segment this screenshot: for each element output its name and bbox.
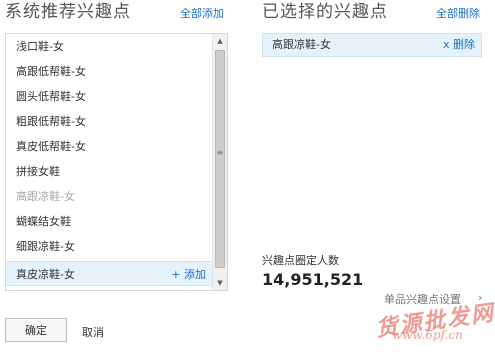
remove-interest-link[interactable]: x 删除 xyxy=(443,34,475,56)
selected-interest-label: 高跟凉鞋-女 xyxy=(272,38,331,51)
grip-icon: ≡ xyxy=(216,148,224,157)
scroll-down-arrow-icon[interactable]: ▼ xyxy=(213,276,227,290)
recommended-interest-list: 浅口鞋-女 高跟低帮鞋-女 圆头低帮鞋-女 粗跟低帮鞋-女 真皮低帮鞋-女 拼接… xyxy=(5,33,228,291)
add-item-link[interactable]: + 添加 xyxy=(171,262,206,287)
add-all-link[interactable]: 全部添加 xyxy=(180,5,224,21)
list-item-label: 圆头低帮鞋-女 xyxy=(16,90,86,103)
remove-all-link[interactable]: 全部删除 xyxy=(436,5,480,21)
audience-count-label: 兴趣点圈定人数 xyxy=(262,254,339,267)
list-item[interactable]: 真皮低帮鞋-女 xyxy=(6,134,212,159)
list-item-label: 真皮凉鞋-女 xyxy=(16,268,75,281)
list-item[interactable]: 粗跟低帮鞋-女 xyxy=(6,109,212,134)
scroll-up-arrow-icon[interactable]: ▲ xyxy=(213,34,227,48)
audience-count-value: 14,951,521 xyxy=(262,270,364,289)
list-item-hovered[interactable]: 真皮凉鞋-女 + 添加 xyxy=(6,261,212,286)
scroll-thumb[interactable]: ≡ xyxy=(215,50,225,268)
list-item-label: 高跟低帮鞋-女 xyxy=(16,65,86,78)
confirm-button[interactable]: 确定 xyxy=(5,318,67,342)
list-item-label: 浅口鞋-女 xyxy=(16,40,64,53)
watermark-url: www.6pf.cn xyxy=(392,328,463,342)
list-item[interactable]: 高跟低帮鞋-女 xyxy=(6,59,212,84)
list-scrollbar[interactable]: ▲ ≡ ▼ xyxy=(212,34,227,290)
list-item-label: 拼接女鞋 xyxy=(16,165,60,178)
list-item-label: 粗跟低帮鞋-女 xyxy=(16,115,86,128)
list-item-label: 细跟凉鞋-女 xyxy=(16,240,75,253)
list-item[interactable]: 浅口鞋-女 xyxy=(6,34,212,59)
cancel-button[interactable]: 取消 xyxy=(82,324,104,340)
right-panel-title: 已选择的兴趣点 xyxy=(262,2,388,22)
left-panel-title: 系统推荐兴趣点 xyxy=(5,2,131,22)
list-item[interactable]: 拼接女鞋 xyxy=(6,159,212,184)
list-item-disabled: 高跟凉鞋-女 xyxy=(6,184,212,209)
selected-interest-tag: 高跟凉鞋-女 x 删除 xyxy=(262,33,482,57)
list-item-label: 高跟凉鞋-女 xyxy=(16,190,75,203)
list-item-label: 真皮低帮鞋-女 xyxy=(16,140,86,153)
list-item[interactable]: 圆头低帮鞋-女 xyxy=(6,84,212,109)
list-item-label: 蝴蝶结女鞋 xyxy=(16,215,71,228)
list-item[interactable]: 蝴蝶结女鞋 xyxy=(6,209,212,234)
list-item[interactable]: 细跟凉鞋-女 xyxy=(6,234,212,259)
